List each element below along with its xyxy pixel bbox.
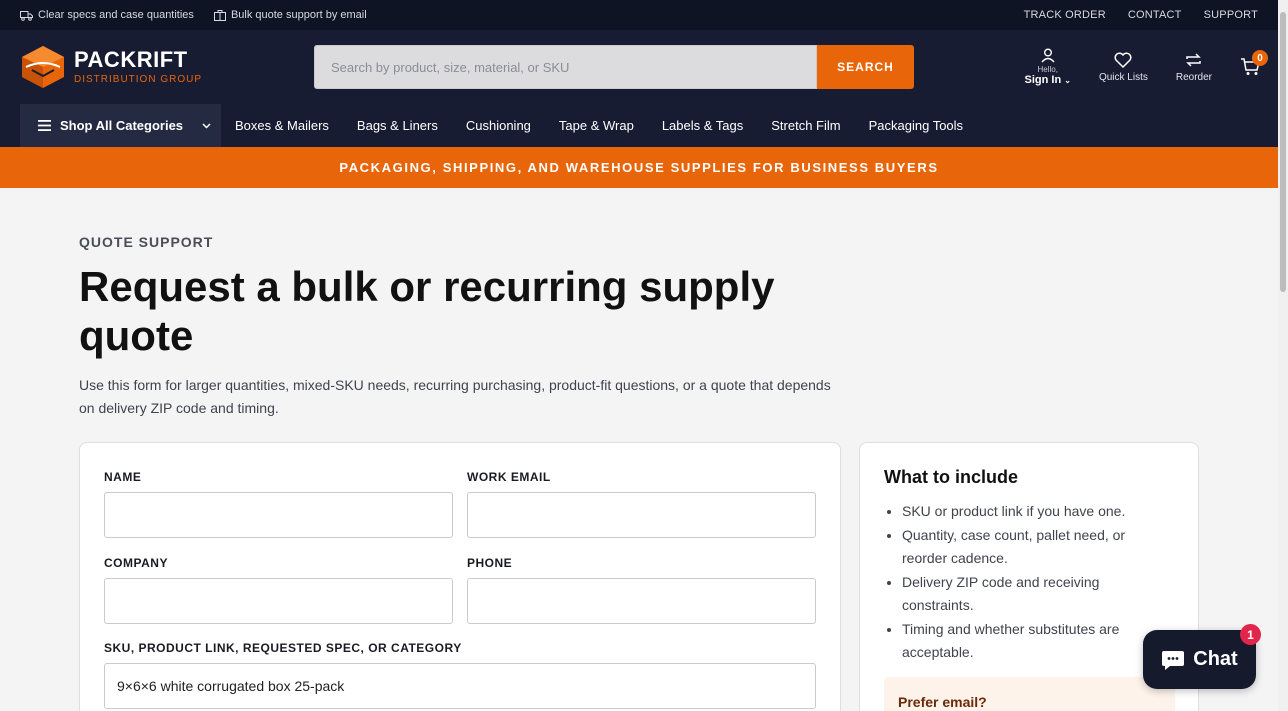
include-list: SKU or product link if you have one. Qua… xyxy=(884,500,1174,664)
shop-all-categories-button[interactable]: Shop All Categories xyxy=(20,104,221,147)
brand-subtitle: DISTRIBUTION GROUP xyxy=(74,74,203,85)
phone-input[interactable] xyxy=(467,578,816,624)
name-label: NAME xyxy=(104,470,142,484)
utility-bar: Clear specs and case quantities Bulk quo… xyxy=(0,0,1278,30)
nav-link-bags-liners[interactable]: Bags & Liners xyxy=(357,118,438,133)
shop-all-label: Shop All Categories xyxy=(60,118,184,133)
side-card-title: What to include xyxy=(884,467,1018,487)
list-item: Delivery ZIP code and receiving constrai… xyxy=(902,571,1174,617)
chat-notification-badge: 1 xyxy=(1240,624,1261,645)
category-nav: Shop All Categories Boxes & Mailers Bags… xyxy=(0,104,1278,147)
page-scrollbar[interactable] xyxy=(1278,0,1288,711)
phone-label: PHONE xyxy=(467,556,513,570)
utility-item-bulk: Bulk quote support by email xyxy=(213,9,367,21)
brand-name: PACKRIFT xyxy=(74,47,188,72)
name-field-group: NAME xyxy=(104,470,453,538)
cart-button[interactable]: 0 xyxy=(1240,50,1268,76)
company-input[interactable] xyxy=(104,578,453,624)
search-bar: SEARCH xyxy=(314,45,914,89)
account-greeting: Hello, xyxy=(1037,65,1058,74)
chat-label: Chat xyxy=(1193,648,1238,670)
list-item: Quantity, case count, pallet need, or re… xyxy=(902,524,1174,570)
prefer-email-box: Prefer email? xyxy=(884,677,1175,711)
truck-icon xyxy=(20,10,33,21)
utility-text: Bulk quote support by email xyxy=(230,9,367,21)
prefer-email-title: Prefer email? xyxy=(898,694,987,710)
track-order-link[interactable]: TRACK ORDER xyxy=(1024,9,1106,21)
chat-button[interactable]: Chat xyxy=(1143,630,1256,689)
contact-link[interactable]: CONTACT xyxy=(1128,9,1182,21)
page-intro: Use this form for larger quantities, mix… xyxy=(79,377,831,416)
section-eyebrow: QUOTE SUPPORT xyxy=(79,234,214,250)
utility-item-specs: Clear specs and case quantities xyxy=(20,9,194,21)
logo-hexagon-icon xyxy=(22,46,64,88)
email-field-group: WORK EMAIL xyxy=(467,470,816,538)
sku-field-group: SKU, PRODUCT LINK, REQUESTED SPEC, OR CA… xyxy=(104,641,816,709)
sku-label: SKU, PRODUCT LINK, REQUESTED SPEC, OR CA… xyxy=(104,641,462,655)
utility-text: Clear specs and case quantities xyxy=(38,9,194,21)
nav-link-packaging-tools[interactable]: Packaging Tools xyxy=(869,118,963,133)
support-link[interactable]: SUPPORT xyxy=(1204,9,1258,21)
reorder-label: Reorder xyxy=(1175,71,1212,83)
company-field-group: COMPANY xyxy=(104,556,453,624)
account-menu[interactable]: Hello, Sign In ⌄ xyxy=(1025,48,1071,86)
nav-link-stretch-film[interactable]: Stretch Film xyxy=(771,118,840,133)
scroll-thumb[interactable] xyxy=(1280,12,1286,292)
company-label: COMPANY xyxy=(104,556,168,570)
chevron-down-icon xyxy=(202,122,211,129)
sign-in-label: Sign In ⌄ xyxy=(1024,74,1071,86)
site-header: PACKRIFT DISTRIBUTION GROUP SEARCH Hello… xyxy=(0,30,1278,104)
nav-link-boxes-mailers[interactable]: Boxes & Mailers xyxy=(235,118,329,133)
cart-count-badge: 0 xyxy=(1252,50,1268,66)
quote-form: NAME WORK EMAIL COMPANY PHONE SKU, PRODU… xyxy=(79,442,841,711)
promo-banner: PACKAGING, SHIPPING, AND WAREHOUSE SUPPL… xyxy=(0,147,1278,188)
name-input[interactable] xyxy=(104,492,453,538)
work-email-label: WORK EMAIL xyxy=(467,470,551,484)
quick-lists-button[interactable]: Quick Lists xyxy=(1099,52,1148,83)
nav-link-cushioning[interactable]: Cushioning xyxy=(466,118,531,133)
sku-input[interactable] xyxy=(104,663,816,709)
nav-link-labels-tags[interactable]: Labels & Tags xyxy=(662,118,743,133)
work-email-input[interactable] xyxy=(467,492,816,538)
nav-link-tape-wrap[interactable]: Tape & Wrap xyxy=(559,118,634,133)
list-item: SKU or product link if you have one. xyxy=(902,500,1174,523)
page-title: Request a bulk or recurring supply quote xyxy=(79,263,775,359)
search-button[interactable]: SEARCH xyxy=(817,45,914,89)
chevron-down-icon: ⌄ xyxy=(1064,76,1071,85)
package-icon xyxy=(213,9,226,21)
heart-icon xyxy=(1114,52,1132,68)
phone-field-group: PHONE xyxy=(467,556,816,624)
list-item: Timing and whether substitutes are accep… xyxy=(902,618,1174,664)
logo[interactable]: PACKRIFT DISTRIBUTION GROUP xyxy=(20,45,314,89)
chat-bubble-icon xyxy=(1162,650,1185,670)
repeat-icon xyxy=(1186,52,1202,67)
menu-icon xyxy=(38,120,51,131)
quick-lists-label: Quick Lists xyxy=(1098,71,1148,83)
reorder-button[interactable]: Reorder xyxy=(1176,52,1212,83)
search-input[interactable] xyxy=(314,45,817,89)
user-icon xyxy=(1041,48,1055,63)
